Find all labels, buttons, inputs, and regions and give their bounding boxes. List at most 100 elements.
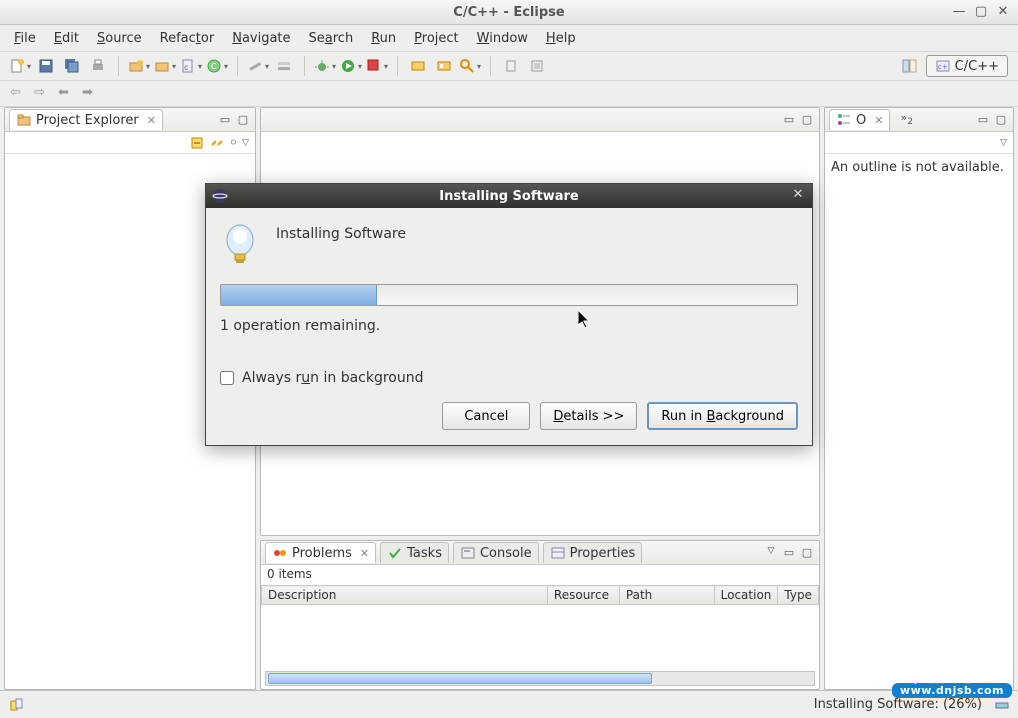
perspective-label: C/C++ bbox=[955, 59, 999, 74]
col-path[interactable]: Path bbox=[619, 586, 714, 605]
lightbulb-icon bbox=[220, 222, 260, 268]
outline-empty-message: An outline is not available. bbox=[825, 154, 1013, 181]
col-description[interactable]: Description bbox=[262, 586, 548, 605]
eclipse-icon bbox=[212, 188, 228, 204]
maximize-editor-icon[interactable]: ▢ bbox=[799, 113, 815, 127]
main-toolbar: c C c+ C/C++ bbox=[0, 51, 1018, 81]
search-button[interactable] bbox=[460, 56, 480, 76]
menu-refactor[interactable]: Refactor bbox=[152, 28, 223, 49]
collapse-all-icon[interactable] bbox=[189, 135, 205, 151]
svg-text:C: C bbox=[211, 62, 217, 71]
close-outline-icon[interactable]: ✕ bbox=[874, 114, 883, 127]
menu-run[interactable]: Run bbox=[363, 28, 404, 49]
minimize-editor-icon[interactable]: ▭ bbox=[781, 113, 797, 127]
tab-properties[interactable]: Properties bbox=[543, 542, 643, 563]
details-button[interactable]: Details >> bbox=[540, 402, 637, 430]
always-background-input[interactable] bbox=[220, 371, 234, 385]
problems-count-label: 0 items bbox=[261, 565, 819, 585]
project-explorer-tab[interactable]: Project Explorer ✕ bbox=[9, 109, 163, 130]
close-button[interactable]: ✕ bbox=[996, 4, 1010, 18]
new-project-button[interactable] bbox=[129, 56, 149, 76]
perspective-cpp[interactable]: c+ C/C++ bbox=[926, 55, 1008, 77]
new-source-button[interactable]: c bbox=[181, 56, 201, 76]
tab-problems[interactable]: Problems ✕ bbox=[265, 542, 376, 563]
view-menu-problems-icon[interactable]: ▽ bbox=[763, 546, 779, 560]
tab-tasks-label: Tasks bbox=[407, 546, 442, 561]
close-problems-icon[interactable]: ✕ bbox=[360, 547, 369, 560]
progress-bar-fill bbox=[221, 285, 377, 305]
new-folder-button[interactable] bbox=[155, 56, 175, 76]
run-button[interactable] bbox=[341, 56, 361, 76]
minimize-problems-icon[interactable]: ▭ bbox=[781, 546, 797, 560]
tasks-icon bbox=[387, 545, 403, 561]
console-icon bbox=[460, 545, 476, 561]
dialog-task-label: Installing Software bbox=[276, 226, 406, 242]
col-location[interactable]: Location bbox=[714, 586, 778, 605]
open-type-button[interactable] bbox=[408, 56, 428, 76]
status-progress-icon[interactable] bbox=[994, 697, 1010, 713]
tab-tasks[interactable]: Tasks bbox=[380, 542, 449, 563]
focus-icon[interactable]: ⚪ bbox=[229, 136, 238, 149]
cancel-button[interactable]: Cancel bbox=[442, 402, 530, 430]
minimize-view-icon[interactable]: ▭ bbox=[217, 113, 233, 127]
outline-view-menu-icon[interactable]: ▽ bbox=[1000, 138, 1007, 148]
build-all-button[interactable] bbox=[274, 56, 294, 76]
problems-pane: Problems ✕ Tasks Console Properties ▽ bbox=[260, 540, 820, 690]
new-button[interactable] bbox=[10, 56, 30, 76]
dialog-close-button[interactable]: ✕ bbox=[790, 188, 806, 204]
menu-edit[interactable]: Edit bbox=[46, 28, 87, 49]
build-button[interactable] bbox=[248, 56, 268, 76]
menu-navigate[interactable]: Navigate bbox=[224, 28, 298, 49]
tab-outline[interactable]: O ✕ bbox=[829, 109, 890, 130]
link-editor-icon[interactable] bbox=[209, 135, 225, 151]
always-background-checkbox[interactable]: Always run in background bbox=[220, 370, 798, 386]
svg-text:c+: c+ bbox=[938, 63, 948, 71]
menu-window[interactable]: Window bbox=[469, 28, 536, 49]
maximize-button[interactable]: ▢ bbox=[974, 4, 988, 18]
nav-toolbar: ⇦ ⇨ ⬅ ➡ bbox=[0, 81, 1018, 107]
window-titlebar: C/C++ - Eclipse — ▢ ✕ bbox=[0, 0, 1018, 25]
maximize-view-icon[interactable]: ▢ bbox=[235, 113, 251, 127]
project-explorer-title: Project Explorer bbox=[36, 113, 139, 128]
maximize-outline-icon[interactable]: ▢ bbox=[993, 113, 1009, 127]
minimize-outline-icon[interactable]: ▭ bbox=[975, 113, 991, 127]
toggle-mark-button[interactable] bbox=[501, 56, 521, 76]
nav-fwd-icon[interactable]: ➡ bbox=[82, 85, 100, 103]
outline-pane: O ✕ »2 ▭ ▢ ▽ An outline is not available… bbox=[824, 107, 1014, 690]
dialog-titlebar[interactable]: Installing Software ✕ bbox=[206, 184, 812, 208]
external-tools-button[interactable] bbox=[367, 56, 387, 76]
save-all-button[interactable] bbox=[62, 56, 82, 76]
view-menu-icon[interactable]: ▽ bbox=[242, 138, 249, 148]
overflow-indicator[interactable]: »2 bbox=[900, 111, 912, 127]
menu-source[interactable]: Source bbox=[89, 28, 150, 49]
debug-button[interactable] bbox=[315, 56, 335, 76]
cpp-perspective-icon: c+ bbox=[935, 58, 951, 74]
menu-file[interactable]: File bbox=[6, 28, 44, 49]
tab-properties-label: Properties bbox=[570, 546, 636, 561]
new-class-button[interactable]: C bbox=[207, 56, 227, 76]
installing-software-dialog: Installing Software ✕ Installing Softwar… bbox=[205, 183, 813, 446]
nav-back-icon[interactable]: ⬅ bbox=[58, 85, 76, 103]
nav-prev-icon[interactable]: ⇦ bbox=[10, 85, 28, 103]
svg-text:c: c bbox=[184, 63, 188, 72]
menu-search[interactable]: Search bbox=[301, 28, 362, 49]
statusbar: Installing Software: (26%) bbox=[0, 690, 1018, 718]
toggle-block-button[interactable] bbox=[527, 56, 547, 76]
nav-next-icon[interactable]: ⇨ bbox=[34, 85, 52, 103]
run-in-background-button[interactable]: Run in Background bbox=[647, 402, 798, 430]
save-button[interactable] bbox=[36, 56, 56, 76]
print-button[interactable] bbox=[88, 56, 108, 76]
tab-console[interactable]: Console bbox=[453, 542, 539, 563]
open-task-button[interactable] bbox=[434, 56, 454, 76]
col-type[interactable]: Type bbox=[778, 586, 819, 605]
menu-help[interactable]: Help bbox=[538, 28, 584, 49]
problems-table[interactable]: Description Resource Path Location Type bbox=[261, 585, 819, 605]
close-view-icon[interactable]: ✕ bbox=[147, 114, 156, 127]
maximize-problems-icon[interactable]: ▢ bbox=[799, 546, 815, 560]
status-type-icon[interactable] bbox=[8, 697, 24, 713]
col-resource[interactable]: Resource bbox=[547, 586, 619, 605]
menu-project[interactable]: Project bbox=[406, 28, 467, 49]
open-perspective-button[interactable] bbox=[900, 56, 920, 76]
minimize-button[interactable]: — bbox=[952, 4, 966, 18]
horizontal-scrollbar[interactable] bbox=[265, 671, 815, 686]
